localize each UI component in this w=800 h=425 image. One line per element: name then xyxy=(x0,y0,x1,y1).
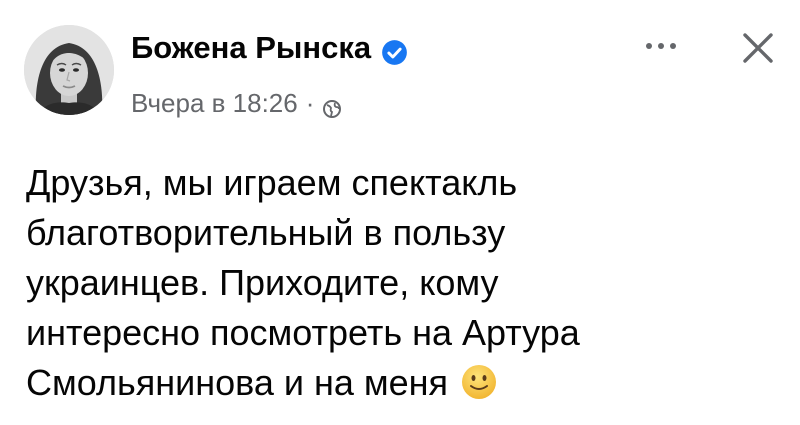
author-name-text[interactable]: Божена Рынска xyxy=(131,28,371,68)
author-avatar[interactable] xyxy=(24,25,114,115)
verified-badge-icon xyxy=(381,36,408,65)
meta-separator: · xyxy=(305,88,315,118)
more-options-icon xyxy=(646,43,676,49)
post-text-line: благотворительный в пользу xyxy=(26,212,506,253)
post-text-line: Смольянинова и на меня xyxy=(26,362,449,403)
close-button[interactable] xyxy=(735,25,781,71)
post-meta: Вчера в 18:26 · xyxy=(131,86,342,120)
post-text-last-line: Смольянинова и на меня xyxy=(26,358,786,408)
post-text-line: интересно посмотреть на Артура xyxy=(26,312,580,353)
post-body: Друзья, мы играем спектакль благотворите… xyxy=(26,158,786,408)
slightly-smiling-face-icon xyxy=(460,363,498,401)
close-icon xyxy=(743,33,773,63)
post-text-line: украинцев. Приходите, кому xyxy=(26,262,499,303)
post-timestamp[interactable]: Вчера в 18:26 xyxy=(131,86,298,120)
globe-icon[interactable] xyxy=(322,93,342,118)
post-text-line: Друзья, мы играем спектакль xyxy=(26,162,518,203)
avatar-image xyxy=(24,25,114,115)
facebook-post: Божена Рынска Вчера в 18:26 · Друзья, мы… xyxy=(0,0,800,425)
author-name[interactable]: Божена Рынска xyxy=(131,28,408,68)
more-options-button[interactable] xyxy=(638,34,684,58)
